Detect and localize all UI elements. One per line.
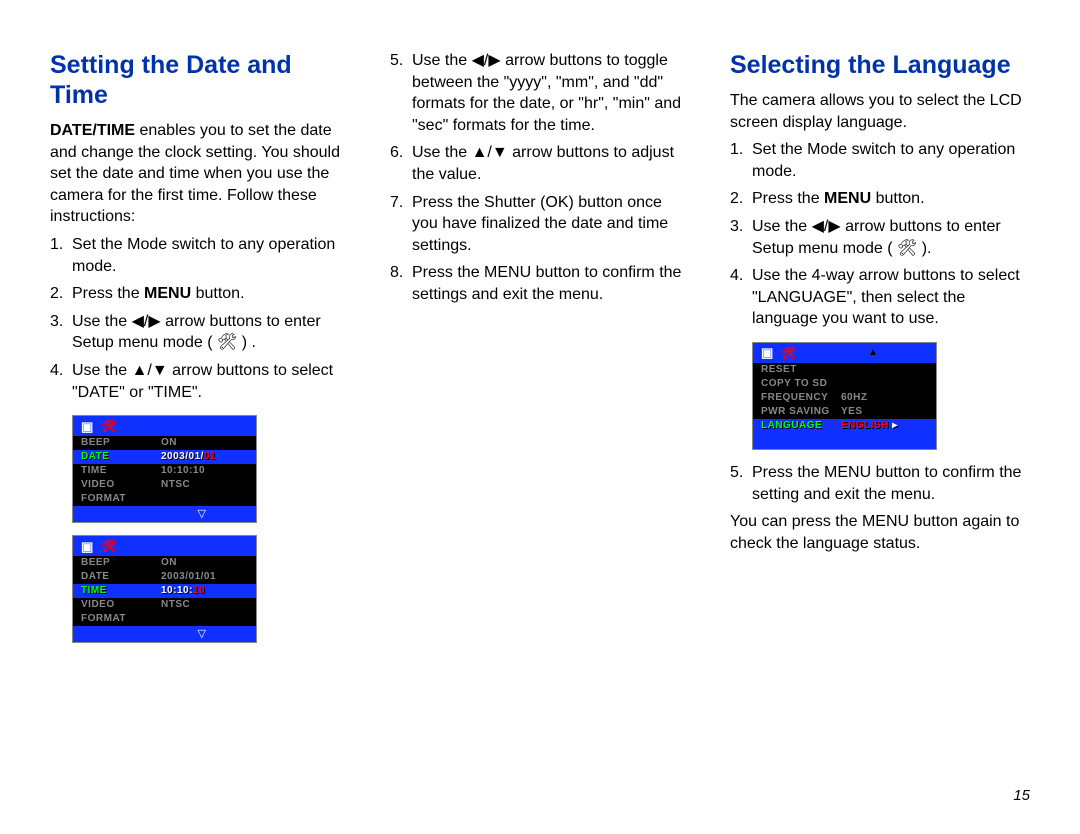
- camera-icon: ▣: [761, 346, 773, 359]
- lcd-menu-row: TIME10:10:10: [73, 584, 256, 598]
- step-item: Press the MENU button to confirm the set…: [390, 262, 690, 305]
- lcd-header: ▣ 🛠: [73, 536, 256, 556]
- lcd-menu-row: COPY TO SD: [753, 377, 936, 391]
- step-item: Use the ◀/▶ arrow buttons to toggle betw…: [390, 50, 690, 136]
- camera-icon: ▣: [81, 420, 93, 433]
- lcd-menu-row: TIME10:10:10: [73, 464, 256, 478]
- lcd-header: ▣ 🛠 ▲: [753, 343, 936, 363]
- lcd-menu-row: DATE2003/01/01: [73, 450, 256, 464]
- camera-icon: ▣: [81, 540, 93, 553]
- column-2: Use the ◀/▶ arrow buttons to toggle betw…: [390, 50, 690, 655]
- lcd-menu-row: DATE2003/01/01: [73, 570, 256, 584]
- triangle-down-icon: ▽: [198, 506, 206, 522]
- tools-icon: 🛠: [101, 420, 114, 432]
- lcd-menu-row: PWR SAVINGYES: [753, 405, 936, 419]
- lcd-menu-row: VIDEONTSC: [73, 598, 256, 612]
- lcd-menu-row: BEEPON: [73, 556, 256, 570]
- lcd-footer: ▽: [73, 626, 256, 642]
- step-item: Press the MENU button.: [50, 283, 350, 305]
- step-item: Use the 4-way arrow buttons to select "L…: [730, 265, 1030, 330]
- lcd-screen-language: ▣ 🛠 ▲ RESETCOPY TO SDFREQUENCY60HZPWR SA…: [752, 342, 937, 450]
- lcd-menu-row: RESET: [753, 363, 936, 377]
- step-item: Use the ◀/▶ arrow buttons to enter Setup…: [50, 311, 350, 354]
- lcd-footer: ▽: [73, 506, 256, 522]
- lcd-screen-time: ▣ 🛠 BEEPONDATE2003/01/01TIME10:10:10VIDE…: [72, 535, 257, 643]
- step-item: Use the ▲/▼ arrow buttons to adjust the …: [390, 142, 690, 185]
- column-3: Selecting the Language The camera allows…: [730, 50, 1030, 655]
- lcd-menu-row: FORMAT: [73, 612, 256, 626]
- lcd-menu-row: FREQUENCY60HZ: [753, 391, 936, 405]
- lcd-menu-row: BEEPON: [73, 436, 256, 450]
- lcd-menu-row: FORMAT: [73, 492, 256, 506]
- lcd-header: ▣ 🛠: [73, 416, 256, 436]
- tail-language: You can press the MENU button again to c…: [730, 511, 1030, 554]
- intro-date-time: DATE/TIME enables you to set the date an…: [50, 120, 350, 228]
- step-item: Use the ▲/▼ arrow buttons to select "DAT…: [50, 360, 350, 403]
- step-item: Use the ◀/▶ arrow buttons to enter Setup…: [730, 216, 1030, 259]
- triangle-up-icon: ▲: [868, 348, 878, 358]
- heading-language: Selecting the Language: [730, 50, 1030, 80]
- step-item: Set the Mode switch to any operation mod…: [50, 234, 350, 277]
- lcd-screen-date: ▣ 🛠 BEEPONDATE2003/01/01TIME10:10:10VIDE…: [72, 415, 257, 523]
- column-1: Setting the Date and Time DATE/TIME enab…: [50, 50, 350, 655]
- step-item: Set the Mode switch to any operation mod…: [730, 139, 1030, 182]
- steps-language-1: Set the Mode switch to any operation mod…: [730, 139, 1030, 330]
- steps-date-time-2: Use the ◀/▶ arrow buttons to toggle betw…: [390, 50, 690, 306]
- intro-language: The camera allows you to select the LCD …: [730, 90, 1030, 133]
- tools-icon: 🛠: [101, 540, 114, 552]
- step-item: Press the MENU button to confirm the set…: [730, 462, 1030, 505]
- tools-icon: 🛠: [781, 347, 794, 359]
- lcd-menu-row: LANGUAGEENGLISH ▸: [753, 419, 936, 433]
- lcd-menu-row: VIDEONTSC: [73, 478, 256, 492]
- page-columns: Setting the Date and Time DATE/TIME enab…: [50, 50, 1030, 655]
- page-number: 15: [1013, 787, 1030, 804]
- steps-language-2: Press the MENU button to confirm the set…: [730, 462, 1030, 505]
- steps-date-time-1: Set the Mode switch to any operation mod…: [50, 234, 350, 403]
- heading-date-time: Setting the Date and Time: [50, 50, 350, 110]
- lcd-footer: [753, 433, 936, 449]
- step-item: Press the MENU button.: [730, 188, 1030, 210]
- triangle-down-icon: ▽: [198, 626, 206, 642]
- step-item: Press the Shutter (OK) button once you h…: [390, 192, 690, 257]
